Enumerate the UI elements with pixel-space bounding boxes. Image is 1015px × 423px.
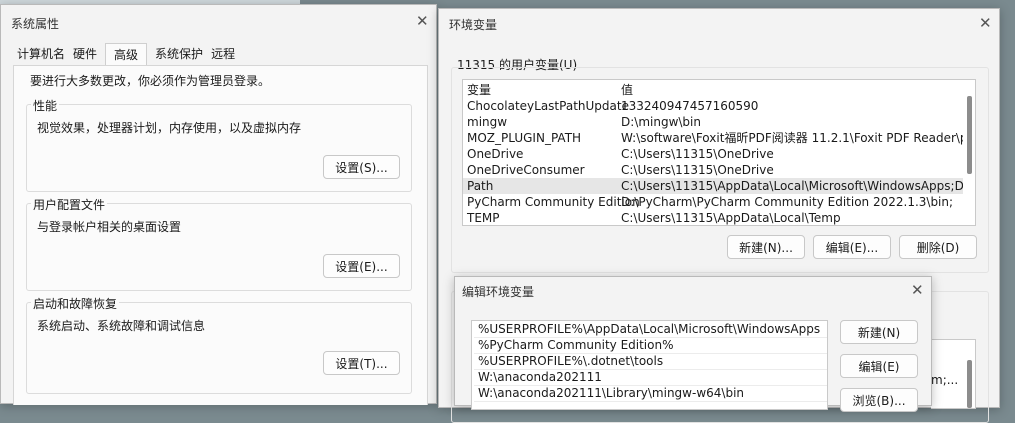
tab-remote[interactable]: 远程 xyxy=(207,43,243,63)
path-entries-list[interactable]: %USERPROFILE%\AppData\Local\Microsoft\Wi… xyxy=(471,320,828,410)
system-variables-list[interactable]: m;... xyxy=(931,339,976,409)
path-entry[interactable]: %USERPROFILE%\AppData\Local\Microsoft\Wi… xyxy=(474,321,827,338)
list-header: 变量 值 xyxy=(463,82,975,98)
tab-advanced[interactable]: 高级 xyxy=(105,43,148,65)
group-description: 系统启动、系统故障和调试信息 xyxy=(37,319,206,333)
dialog-title: 环境变量 xyxy=(449,18,498,32)
group-label: 用户配置文件 xyxy=(31,196,108,213)
variable-value: C:\Users\11315\AppData\Local\Microsoft\W… xyxy=(621,179,975,193)
user-variables-list[interactable]: 变量 值 ChocolateyLastPathUpdate 1332409474… xyxy=(462,79,976,226)
tab-bar: 计算机名 硬件 高级 系统保护 远程 xyxy=(7,43,243,65)
variable-name: TEMP xyxy=(467,211,500,225)
performance-group: 性能 视觉效果，处理器计划，内存使用，以及虚拟内存 设置(S)... xyxy=(26,97,412,192)
path-entry[interactable]: %USERPROFILE%\.dotnet\tools xyxy=(474,353,827,370)
variable-value: 133240947457160590 xyxy=(621,99,759,113)
scrollbar-thumb[interactable] xyxy=(967,360,972,408)
variable-name: MOZ_PLUGIN_PATH xyxy=(467,131,582,145)
variable-value: W:\software\Foxit福昕PDF阅读器 11.2.1\Foxit P… xyxy=(621,131,976,145)
table-row[interactable]: ChocolateyLastPathUpdate 133240947457160… xyxy=(463,98,975,114)
variable-name: OneDrive xyxy=(467,147,524,161)
close-icon[interactable]: ✕ xyxy=(979,14,992,32)
table-row[interactable]: mingw D:\mingw\bin xyxy=(463,114,975,130)
close-icon[interactable]: ✕ xyxy=(911,281,924,299)
variable-value: C:\Users\11315\OneDrive xyxy=(621,163,774,177)
variable-name: mingw xyxy=(467,115,508,129)
new-path-button[interactable]: 新建(N) xyxy=(840,320,918,344)
group-description: 与登录帐户相关的桌面设置 xyxy=(37,220,182,234)
table-row[interactable]: OneDrive C:\Users\11315\OneDrive xyxy=(463,146,975,162)
startup-settings-button[interactable]: 设置(T)... xyxy=(323,351,400,375)
table-row[interactable]: OneDriveConsumer C:\Users\11315\OneDrive xyxy=(463,162,975,178)
table-row[interactable]: MOZ_PLUGIN_PATH W:\software\Foxit福昕PDF阅读… xyxy=(463,130,975,146)
new-variable-button[interactable]: 新建(N)... xyxy=(727,235,805,259)
column-header-variable[interactable]: 变量 xyxy=(467,82,491,98)
variable-name: Path xyxy=(467,179,494,193)
dialog-title: 编辑环境变量 xyxy=(462,285,535,299)
tab-computer-name[interactable]: 计算机名 xyxy=(7,43,69,63)
variable-name: ChocolateyLastPathUpdate xyxy=(467,99,629,113)
path-entry[interactable]: W:\anaconda202111 xyxy=(474,369,827,386)
variable-value: C:\Users\11315\OneDrive xyxy=(621,147,774,161)
group-label: 启动和故障恢复 xyxy=(31,295,120,312)
scrollbar-thumb[interactable] xyxy=(967,96,972,174)
tab-system-protection[interactable]: 系统保护 xyxy=(147,43,207,63)
vertical-scrollbar[interactable] xyxy=(963,80,975,225)
edit-variable-button[interactable]: 编辑(E)... xyxy=(813,235,891,259)
delete-variable-button[interactable]: 删除(D) xyxy=(899,235,977,259)
variable-value: D:\mingw\bin xyxy=(621,115,701,129)
dialog-title: 系统属性 xyxy=(11,17,60,31)
advanced-tab-page: 要进行大多数更改，你必须作为管理员登录。 性能 视觉效果，处理器计划，内存使用，… xyxy=(13,65,428,405)
startup-recovery-group: 启动和故障恢复 系统启动、系统故障和调试信息 设置(T)... xyxy=(26,295,412,394)
admin-notice: 要进行大多数更改，你必须作为管理员登录。 xyxy=(30,74,271,88)
group-label: 性能 xyxy=(31,97,60,114)
table-row[interactable]: TEMP C:\Users\11315\AppData\Local\Temp xyxy=(463,210,975,225)
variable-name: OneDriveConsumer xyxy=(467,163,585,177)
browse-path-button[interactable]: 浏览(B)... xyxy=(840,388,918,412)
edit-path-button[interactable]: 编辑(E) xyxy=(840,354,918,378)
variable-name: PyCharm Community Edition xyxy=(467,195,640,209)
variable-value: C:\Users\11315\AppData\Local\Temp xyxy=(621,211,841,225)
column-header-value[interactable]: 值 xyxy=(621,82,633,98)
system-variable-value-fragment: m;... xyxy=(931,373,959,387)
close-icon[interactable]: ✕ xyxy=(416,12,429,30)
user-profiles-group: 用户配置文件 与登录帐户相关的桌面设置 设置(E)... xyxy=(26,196,412,291)
performance-settings-button[interactable]: 设置(S)... xyxy=(323,155,400,179)
system-properties-dialog: 系统属性 ✕ 计算机名 硬件 高级 系统保护 远程 要进行大多数更改，你必须作为… xyxy=(0,4,437,405)
table-row[interactable]: PyCharm Community Edition D:\PyCharm\PyC… xyxy=(463,194,975,210)
user-profiles-settings-button[interactable]: 设置(E)... xyxy=(323,254,400,278)
vertical-scrollbar[interactable] xyxy=(963,340,975,408)
path-entry[interactable]: %PyCharm Community Edition% xyxy=(474,337,827,354)
path-entry[interactable]: W:\anaconda202111\Library\mingw-w64\bin xyxy=(474,385,827,402)
tab-hardware[interactable]: 硬件 xyxy=(69,43,105,63)
variable-value: D:\PyCharm\PyCharm Community Edition 202… xyxy=(621,195,954,209)
group-description: 视觉效果，处理器计划，内存使用，以及虚拟内存 xyxy=(37,121,302,135)
edit-environment-variable-dialog: 编辑环境变量 ✕ %USERPROFILE%\AppData\Local\Mic… xyxy=(454,276,932,412)
table-row-selected[interactable]: Path C:\Users\11315\AppData\Local\Micros… xyxy=(463,178,975,194)
